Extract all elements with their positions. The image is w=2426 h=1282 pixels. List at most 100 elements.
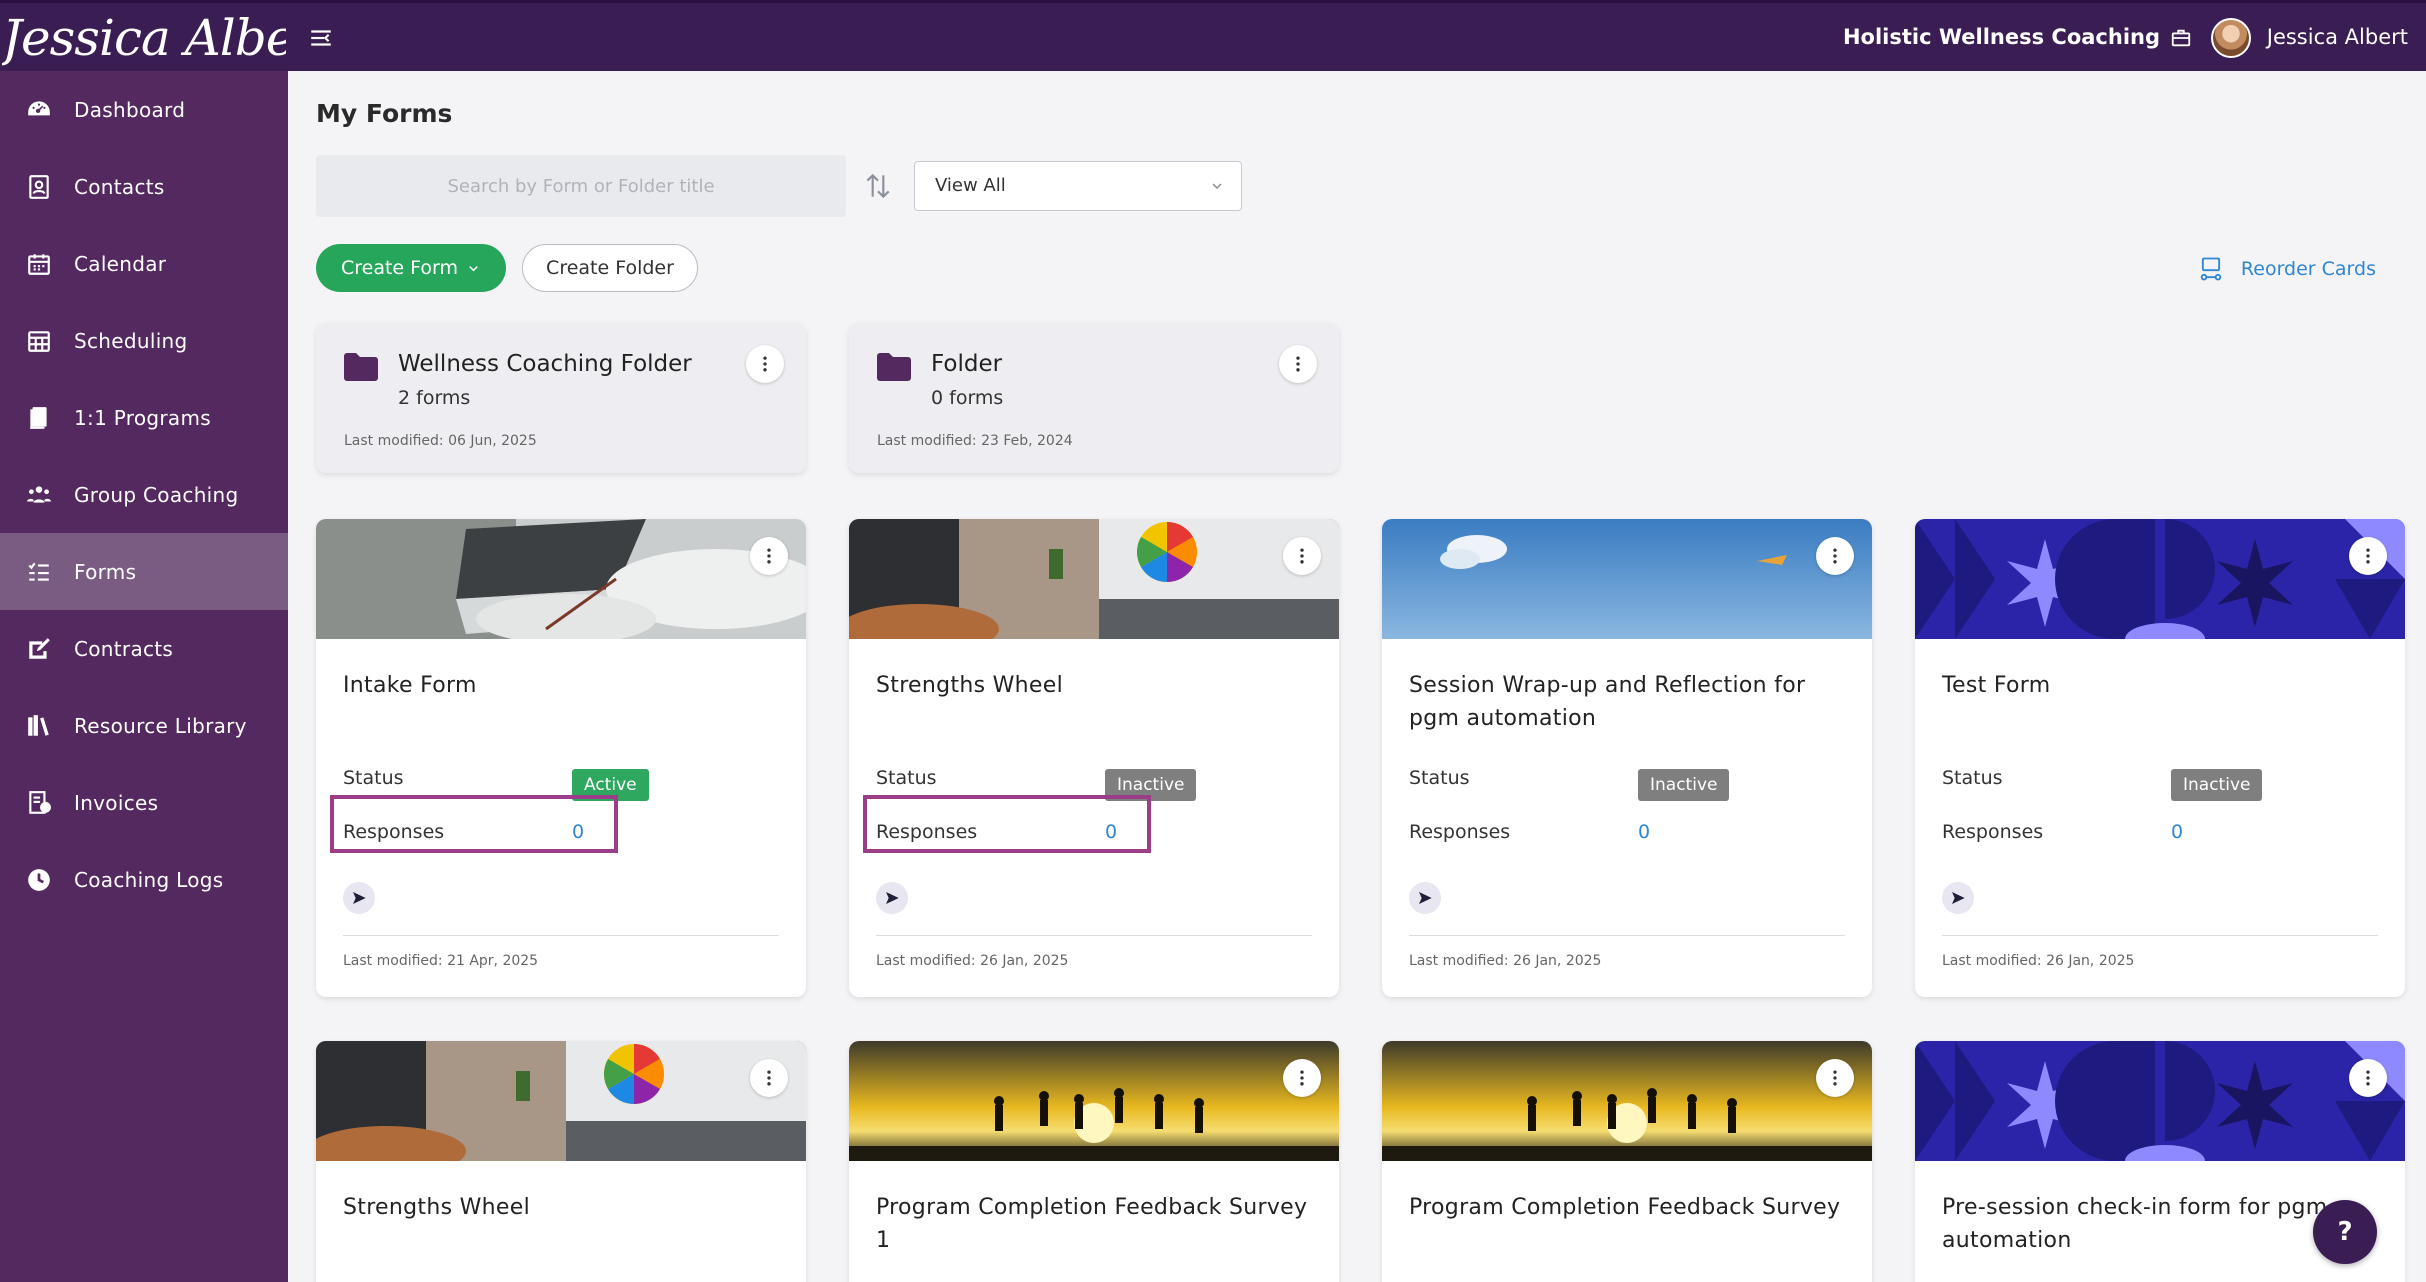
- responses-highlight: [863, 795, 1151, 853]
- search-input[interactable]: [316, 155, 846, 217]
- user-avatar[interactable]: [2211, 18, 2251, 58]
- contacts-icon: [29, 174, 49, 199]
- responses-label: Responses: [1409, 821, 1511, 843]
- reorder-cards-button[interactable]: Reorder Cards: [2197, 255, 2376, 283]
- sidebar-item-calendar[interactable]: Calendar: [0, 225, 288, 302]
- form-thumbnail: [1382, 1041, 1872, 1161]
- org-name[interactable]: Holistic Wellness Coaching: [1843, 25, 2160, 49]
- form-more-button[interactable]: [1283, 537, 1321, 575]
- main-content: My Forms View All Create Form Create Fol…: [288, 71, 2426, 1282]
- form-more-button[interactable]: [1283, 1059, 1321, 1097]
- geometric-pattern-image: [1915, 519, 2405, 639]
- sidebar-item-dashboard[interactable]: Dashboard: [0, 71, 288, 148]
- responses-count[interactable]: 0: [2171, 821, 2183, 843]
- sidebar-item-contacts[interactable]: Contacts: [0, 148, 288, 225]
- sidebar-item-programs[interactable]: 1:1 Programs: [0, 379, 288, 456]
- form-title[interactable]: Program Completion Feedback Survey: [1409, 1191, 1849, 1224]
- reorder-cards-label: Reorder Cards: [2240, 258, 2376, 280]
- user-name[interactable]: Jessica Albert: [2267, 25, 2408, 49]
- form-title[interactable]: Program Completion Feedback Survey 1: [876, 1191, 1316, 1257]
- view-filter-select[interactable]: View All: [914, 161, 1242, 211]
- strengths-wheel-image: [316, 1041, 806, 1161]
- sidebar-item-label: Scheduling: [74, 328, 188, 353]
- form-thumbnail: [316, 519, 806, 639]
- sidebar-item-contracts[interactable]: Contracts: [0, 610, 288, 687]
- folder-last-modified: Last modified: 06 Jun, 2025: [344, 433, 537, 449]
- sidebar-item-group-coaching[interactable]: Group Coaching: [0, 456, 288, 533]
- strengths-wheel-image: [849, 519, 1339, 639]
- form-last-modified: Last modified: 21 Apr, 2025: [343, 953, 539, 969]
- more-vertical-icon: [2366, 1070, 2370, 1086]
- form-card[interactable]: Test Form Status Inactive Responses 0 La…: [1915, 519, 2405, 997]
- sidebar-item-coaching-logs[interactable]: Coaching Logs: [0, 841, 288, 918]
- form-title[interactable]: Strengths Wheel: [876, 669, 1316, 702]
- form-more-button[interactable]: [750, 1059, 788, 1097]
- sidebar-item-resource-library[interactable]: Resource Library: [0, 687, 288, 764]
- status-label: Status: [343, 767, 404, 789]
- send-form-button[interactable]: [1409, 882, 1441, 914]
- more-vertical-icon: [1300, 548, 1304, 564]
- folder-more-button[interactable]: [1279, 345, 1317, 383]
- folder-card[interactable]: Folder 0 forms Last modified: 23 Feb, 20…: [849, 323, 1339, 473]
- sidebar-item-label: Resource Library: [74, 713, 247, 738]
- briefcase-icon[interactable]: [2170, 27, 2192, 49]
- form-title[interactable]: Strengths Wheel: [343, 1191, 783, 1224]
- chevron-down-icon: [469, 265, 478, 271]
- sidebar-item-scheduling[interactable]: Scheduling: [0, 302, 288, 379]
- folder-card[interactable]: Wellness Coaching Folder 2 forms Last mo…: [316, 323, 806, 473]
- sidebar-item-label: Forms: [74, 559, 137, 584]
- help-button[interactable]: ?: [2313, 1200, 2377, 1264]
- sunset-jumping-image: [849, 1041, 1339, 1161]
- calendar-icon: [28, 253, 50, 275]
- send-form-button[interactable]: [343, 882, 375, 914]
- form-thumbnail: [1915, 1041, 2405, 1161]
- status-badge: Inactive: [2171, 769, 2263, 801]
- form-card[interactable]: Program Completion Feedback Survey 1: [849, 1041, 1339, 1282]
- responses-count[interactable]: 0: [1638, 821, 1650, 843]
- form-card[interactable]: Strengths Wheel Status Inactive Response…: [849, 519, 1339, 997]
- sidebar-item-forms[interactable]: Forms: [0, 533, 288, 610]
- send-form-button[interactable]: [1942, 882, 1974, 914]
- form-card[interactable]: Strengths Wheel: [316, 1041, 806, 1282]
- form-last-modified: Last modified: 26 Jan, 2025: [1409, 953, 1602, 969]
- folder-more-button[interactable]: [746, 345, 784, 383]
- send-form-button[interactable]: [876, 882, 908, 914]
- forms-icon: [28, 562, 49, 581]
- menu-toggle-icon[interactable]: [308, 25, 334, 51]
- form-more-button[interactable]: [2349, 537, 2387, 575]
- sky-kite-image: [1382, 519, 1872, 639]
- form-card[interactable]: Session Wrap-up and Reflection for pgm a…: [1382, 519, 1872, 997]
- more-vertical-icon: [767, 1070, 771, 1086]
- form-card[interactable]: Program Completion Feedback Survey: [1382, 1041, 1872, 1282]
- status-label: Status: [1409, 767, 1470, 789]
- form-title[interactable]: Test Form: [1942, 669, 2382, 702]
- form-thumbnail: [1915, 519, 2405, 639]
- folder-title[interactable]: Wellness Coaching Folder: [398, 351, 692, 377]
- sidebar-item-label: Dashboard: [74, 97, 186, 122]
- view-filter-value: View All: [935, 175, 1006, 196]
- sort-icon[interactable]: [862, 170, 894, 202]
- send-icon: [886, 892, 899, 904]
- sidebar-item-label: Coaching Logs: [74, 867, 224, 892]
- form-card[interactable]: Intake Form Status Active Responses 0 La…: [316, 519, 806, 997]
- chevron-down-icon: [1212, 183, 1222, 189]
- folder-title[interactable]: Folder: [931, 351, 1002, 377]
- form-title[interactable]: Intake Form: [343, 669, 783, 702]
- form-title[interactable]: Session Wrap-up and Reflection for pgm a…: [1409, 669, 1849, 735]
- form-thumbnail: [1382, 519, 1872, 639]
- create-folder-button[interactable]: Create Folder: [522, 244, 698, 292]
- sidebar-item-label: Contacts: [74, 174, 165, 199]
- create-form-button[interactable]: Create Form: [316, 244, 506, 292]
- form-more-button[interactable]: [750, 537, 788, 575]
- form-more-button[interactable]: [1816, 1059, 1854, 1097]
- form-more-button[interactable]: [2349, 1059, 2387, 1097]
- card-divider: [876, 935, 1312, 936]
- form-last-modified: Last modified: 26 Jan, 2025: [876, 953, 1069, 969]
- brand-logo[interactable]: Jessica Albert: [2, 3, 286, 74]
- scheduling-icon: [28, 330, 50, 352]
- card-divider: [343, 935, 779, 936]
- form-more-button[interactable]: [1816, 537, 1854, 575]
- form-thumbnail: [849, 1041, 1339, 1161]
- folder-last-modified: Last modified: 23 Feb, 2024: [877, 433, 1073, 449]
- sidebar-item-invoices[interactable]: Invoices: [0, 764, 288, 841]
